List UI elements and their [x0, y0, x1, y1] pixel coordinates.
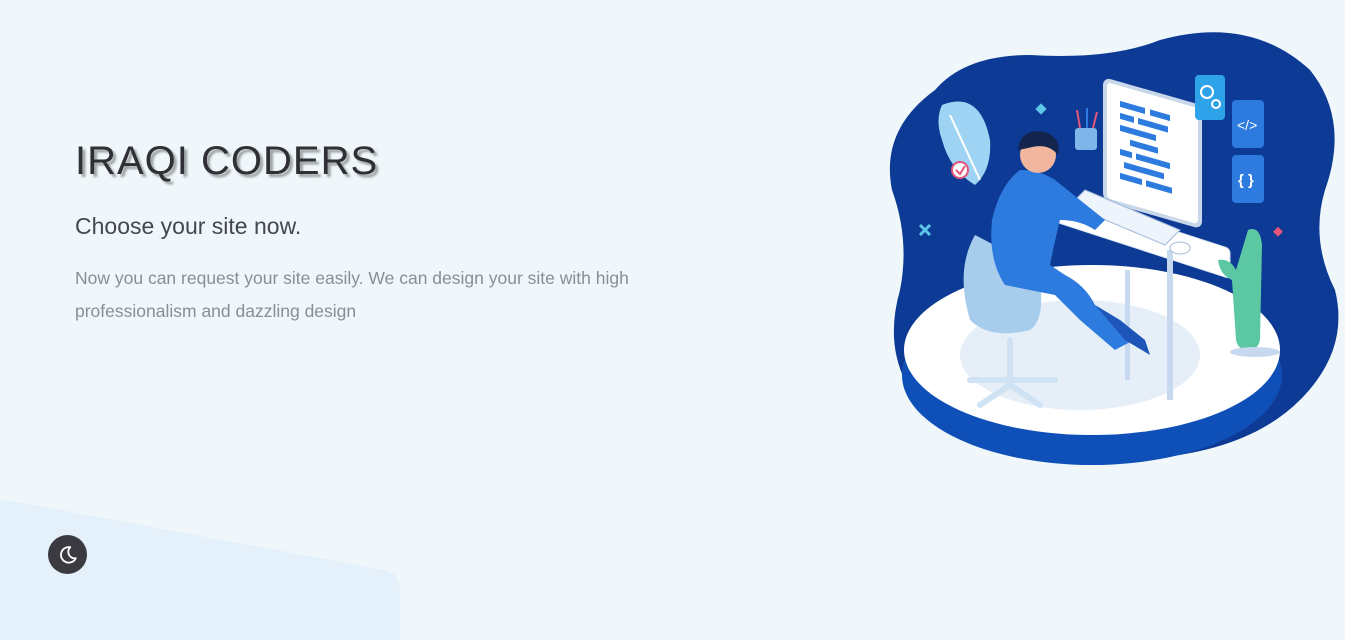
hero-tagline: Choose your site now.: [75, 213, 302, 239]
code-badge-label: </>: [1237, 117, 1257, 133]
braces-badge-label: { }: [1238, 172, 1254, 189]
site-title: IRAQI CODERS: [75, 139, 379, 183]
developer-illustration: </> { }: [889, 32, 1339, 465]
hero-text-block: IRAQI CODERS Choose your site now. Now y…: [75, 138, 675, 328]
hero-section: IRAQI CODERS Choose your site now. Now y…: [0, 0, 1345, 640]
pen-cup-icon: [1075, 128, 1097, 150]
hero-description: Now you can request your site easily. We…: [75, 268, 629, 321]
theme-toggle-button[interactable]: [48, 535, 87, 574]
mouse-icon: [1169, 241, 1191, 255]
moon-icon: [59, 545, 77, 564]
heart-location-icon: [951, 161, 969, 179]
